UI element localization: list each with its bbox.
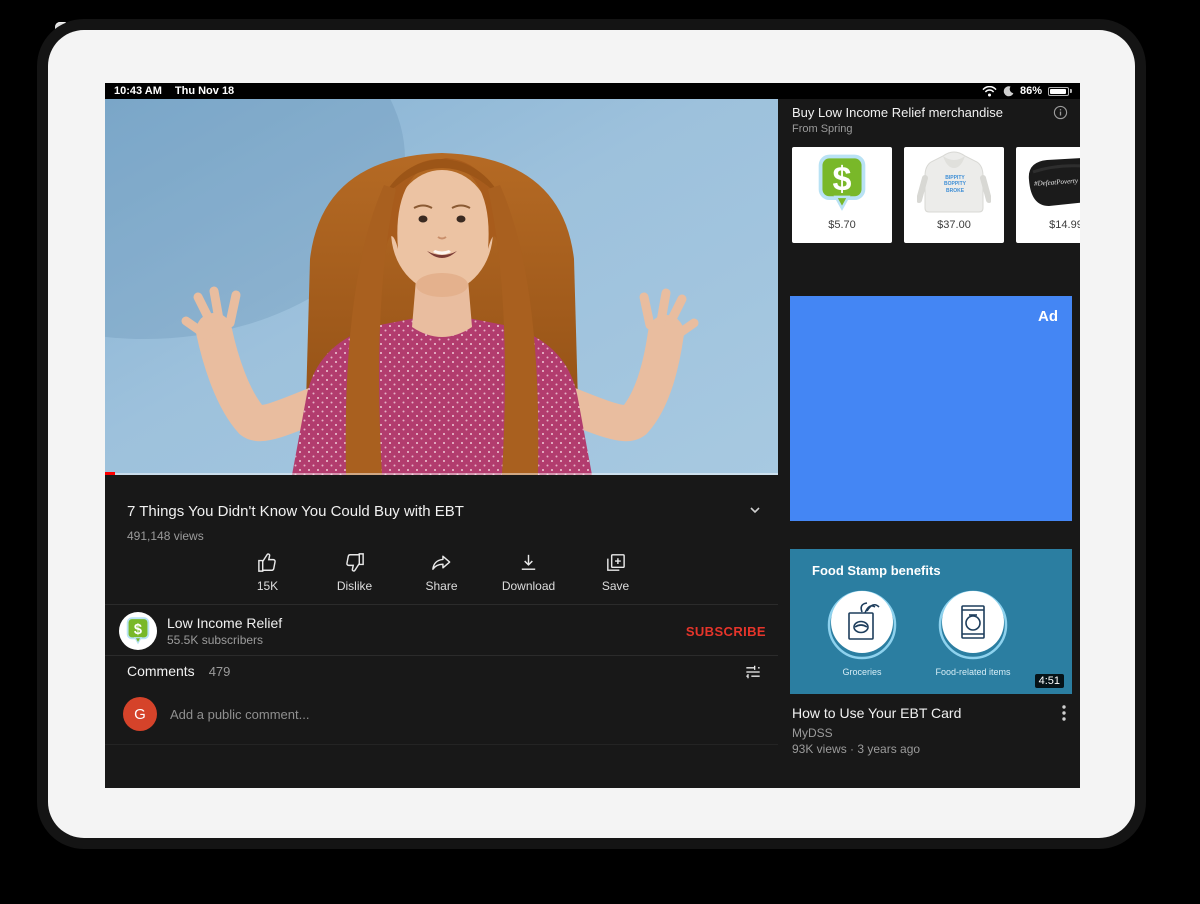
like-count: 15K <box>257 579 278 593</box>
share-label: Share <box>425 579 457 593</box>
battery-icon <box>1048 87 1069 96</box>
status-bar: 10:43 AM Thu Nov 18 86% <box>105 83 1080 99</box>
thumb-down-icon <box>343 551 366 574</box>
status-date: Thu Nov 18 <box>175 85 234 97</box>
suggested-video-channel[interactable]: MyDSS <box>792 726 833 740</box>
chevron-down-icon[interactable] <box>748 503 762 520</box>
save-playlist-icon <box>604 551 627 574</box>
share-button[interactable]: Share <box>412 551 472 593</box>
video-frame-illustration <box>105 99 778 475</box>
video-player[interactable] <box>105 99 778 475</box>
video-progress-track[interactable] <box>105 473 778 475</box>
ad-banner[interactable]: Ad <box>790 296 1072 521</box>
share-arrow-icon <box>430 551 453 574</box>
screen: 10:43 AM Thu Nov 18 86% <box>105 83 1080 788</box>
info-icon[interactable] <box>1053 105 1068 120</box>
food-items-icon <box>918 589 1028 663</box>
suggested-video-meta: 93K views · 3 years ago <box>792 742 920 756</box>
video-views: 491,148 views <box>127 529 204 543</box>
kebab-menu-icon[interactable] <box>1062 705 1066 721</box>
svg-text:$: $ <box>134 622 142 638</box>
svg-text:$: $ <box>833 161 852 199</box>
suggested-video-title[interactable]: How to Use Your EBT Card <box>792 705 961 721</box>
subscribe-button[interactable]: SUBSCRIBE <box>686 624 766 639</box>
hoodie-image: BIPPITY BOPPITY BROKE <box>904 147 1004 219</box>
download-icon <box>517 551 540 574</box>
hoodie-text: BIPPITY BOPPITY BROKE <box>940 175 970 194</box>
groceries-icon <box>807 589 917 663</box>
product-price: $14.99 <box>1049 219 1080 231</box>
comment-sort-icon[interactable] <box>743 662 763 682</box>
tablet-button-wide <box>118 22 196 30</box>
battery-percent: 86% <box>1020 85 1042 97</box>
thumb-up-icon <box>256 551 279 574</box>
product-card-fanny-pack[interactable]: #DefeatPoverty $14.99 <box>1016 147 1080 243</box>
thumbnail-label: Groceries <box>807 667 917 677</box>
product-price: $37.00 <box>937 219 971 231</box>
product-price: $5.70 <box>828 219 856 231</box>
ad-label: Ad <box>1038 308 1058 325</box>
tablet-button-small <box>55 22 69 30</box>
dollar-sticker-image: $ <box>792 147 892 219</box>
merch-products: $ $5.70 BIPPITY BOPPITY BROKE $37.00 <box>792 147 1080 243</box>
like-button[interactable]: 15K <box>238 551 298 593</box>
channel-row[interactable]: $ Low Income Relief 55.5K subscribers SU… <box>105 607 778 655</box>
sidebar: Buy Low Income Relief merchandise From S… <box>778 99 1080 788</box>
merch-source: From Spring <box>792 123 853 135</box>
user-avatar[interactable]: G <box>123 697 157 731</box>
channel-avatar[interactable]: $ <box>119 612 157 650</box>
wifi-icon <box>982 86 997 97</box>
comments-count: 479 <box>209 664 231 679</box>
video-progress-bar[interactable] <box>105 472 115 475</box>
dislike-label: Dislike <box>337 579 372 593</box>
channel-subscribers: 55.5K subscribers <box>167 633 282 647</box>
thumbnail-title: Food Stamp benefits <box>812 563 941 578</box>
duration-badge: 4:51 <box>1035 674 1064 688</box>
thumbnail-label: Food-related items <box>918 667 1028 677</box>
dislike-button[interactable]: Dislike <box>325 551 385 593</box>
video-title: 7 Things You Didn't Know You Could Buy w… <box>127 503 464 520</box>
merch-shelf-title: Buy Low Income Relief merchandise <box>792 105 1003 120</box>
watch-column: 7 Things You Didn't Know You Could Buy w… <box>105 99 778 788</box>
comment-compose-row[interactable]: G Add a public comment... <box>123 697 309 731</box>
suggested-video-thumbnail[interactable]: Food Stamp benefits Groceries <box>790 549 1072 694</box>
status-time: 10:43 AM <box>114 85 162 97</box>
save-label: Save <box>602 579 629 593</box>
save-button[interactable]: Save <box>586 551 646 593</box>
product-card-hoodie[interactable]: BIPPITY BOPPITY BROKE $37.00 <box>904 147 1004 243</box>
product-card-dollar-sticker[interactable]: $ $5.70 <box>792 147 892 243</box>
fanny-pack-image: #DefeatPoverty <box>1016 147 1080 219</box>
comments-title: Comments <box>127 663 195 679</box>
comment-input[interactable]: Add a public comment... <box>170 707 309 722</box>
download-label: Download <box>502 579 555 593</box>
comments-header[interactable]: Comments 479 <box>127 663 230 679</box>
moon-icon <box>1003 86 1014 97</box>
action-bar: 15K Dislike Share <box>105 551 778 593</box>
download-button[interactable]: Download <box>499 551 559 593</box>
channel-name[interactable]: Low Income Relief <box>167 615 282 631</box>
